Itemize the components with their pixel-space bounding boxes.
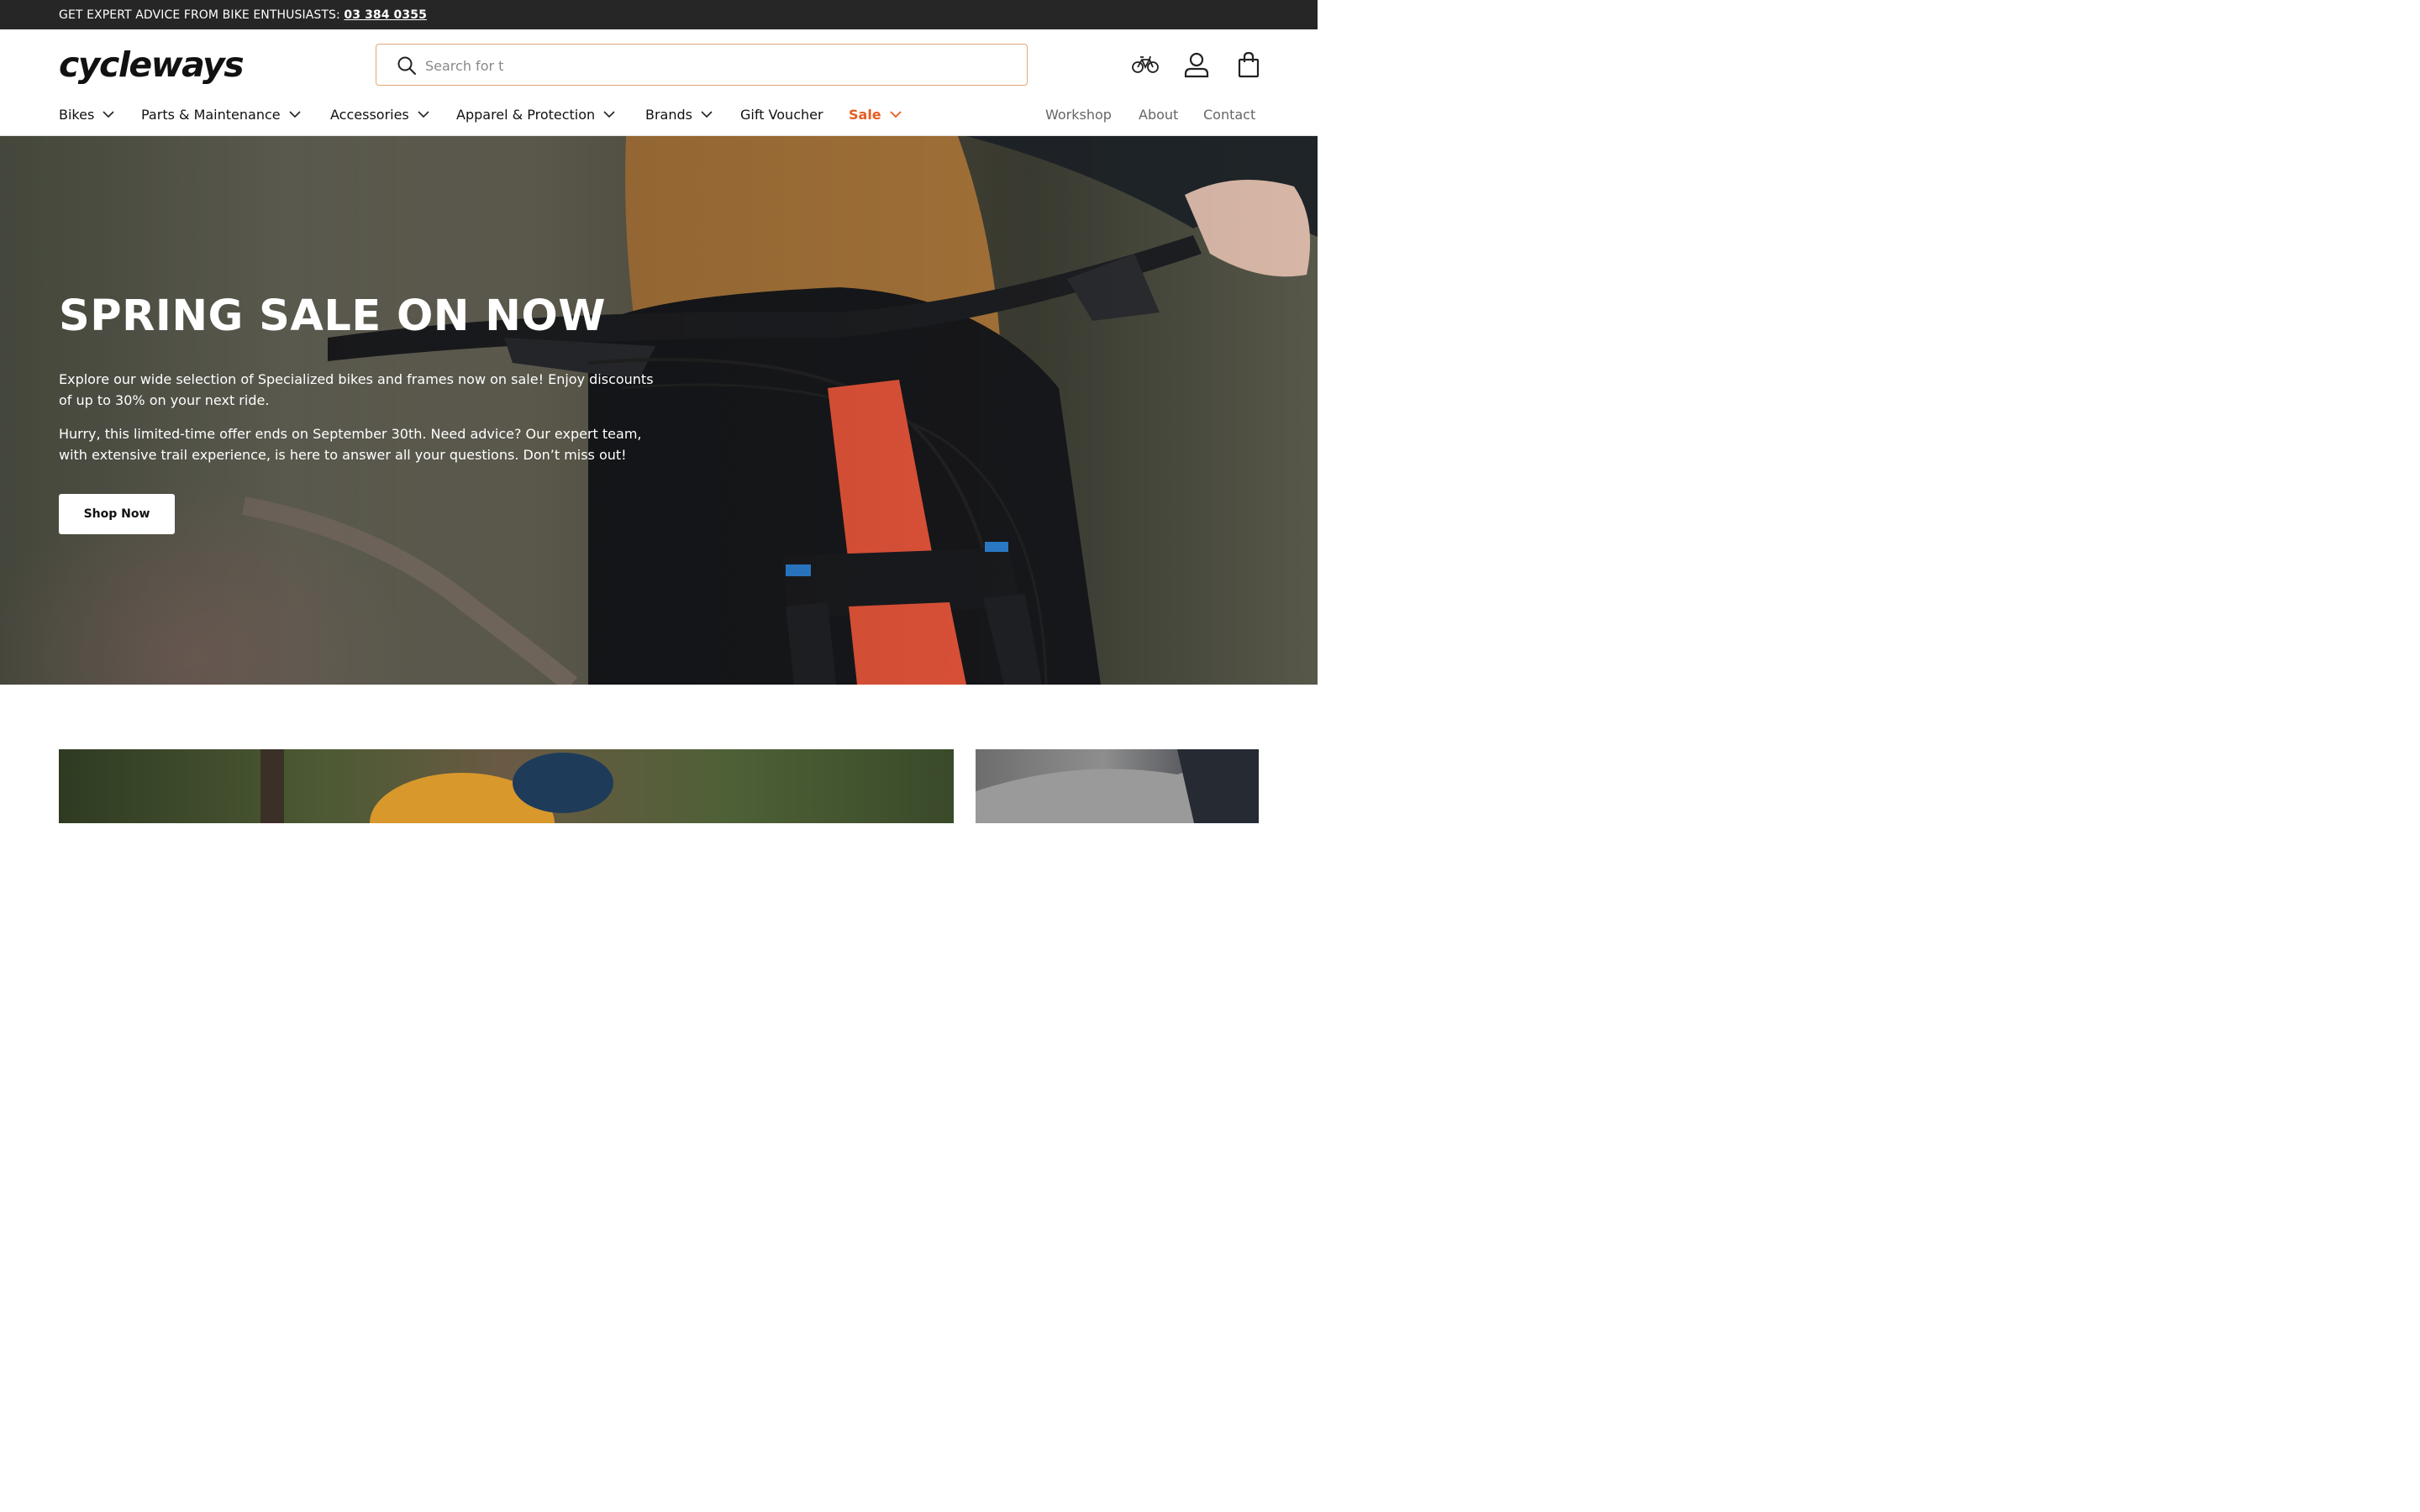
announcement-text: GET EXPERT ADVICE FROM BIKE ENTHUSIASTS: [59, 8, 340, 22]
bag-icon [1238, 51, 1260, 78]
cart-button[interactable] [1234, 50, 1264, 80]
search-input[interactable] [425, 53, 1005, 78]
hero-paragraph-2: Hurry, this limited-time offer ends on S… [59, 426, 642, 463]
chevron-down-icon [701, 111, 713, 118]
nav-link-about[interactable]: About [1139, 107, 1178, 123]
account-button[interactable] [1181, 50, 1212, 80]
nav-item-sale[interactable]: Sale [849, 107, 902, 123]
nav-item-label: Bikes [59, 107, 95, 123]
announcement-message: GET EXPERT ADVICE FROM BIKE ENTHUSIASTS:… [59, 8, 427, 22]
promo-tile-trail[interactable] [59, 749, 954, 823]
search-bar[interactable] [376, 44, 1028, 86]
nav-item-label: Accessories [330, 107, 409, 123]
account-icon [1184, 52, 1209, 78]
nav-link-workshop[interactable]: Workshop [1045, 107, 1112, 123]
promo-tile-image [976, 749, 1259, 823]
nav-item-label: Gift Voucher [740, 107, 823, 123]
chevron-down-icon [418, 111, 429, 118]
chevron-down-icon [289, 111, 301, 118]
nav-item-label: Parts & Maintenance [141, 107, 281, 123]
nav-item-label: Apparel & Protection [456, 107, 596, 123]
nav-link-contact[interactable]: Contact [1203, 107, 1255, 123]
nav-item-label: Brands [645, 107, 692, 123]
site-header: cycleways Bikes [0, 29, 1318, 136]
hero-paragraph-1: Explore our wide selection of Specialize… [59, 371, 654, 408]
promo-tile-image [260, 749, 613, 823]
nav-item-brands[interactable]: Brands [645, 107, 713, 123]
shop-now-button[interactable]: Shop Now [59, 494, 175, 534]
promo-tile-apparel[interactable] [976, 749, 1259, 823]
nav-item-bikes[interactable]: Bikes [59, 107, 114, 123]
nav-item-gift-voucher[interactable]: Gift Voucher [740, 107, 823, 123]
site-logo[interactable]: cycleways [59, 45, 245, 85]
nav-item-parts-maintenance[interactable]: Parts & Maintenance [141, 107, 301, 123]
nav-item-apparel-protection[interactable]: Apparel & Protection [456, 107, 615, 123]
chevron-down-icon [603, 111, 615, 118]
phone-link[interactable]: 03 384 0355 [344, 8, 427, 22]
search-icon[interactable] [397, 55, 417, 76]
hero-banner: SPRING SALE ON NOW Explore our wide sele… [0, 136, 1318, 685]
chevron-down-icon [890, 111, 902, 118]
chevron-down-icon [103, 111, 114, 118]
nav-item-label: Sale [849, 107, 881, 123]
hero-title: SPRING SALE ON NOW [59, 291, 607, 341]
bike-icon [1132, 55, 1159, 73]
announcement-bar: GET EXPERT ADVICE FROM BIKE ENTHUSIASTS:… [0, 0, 1318, 29]
nav-item-accessories[interactable]: Accessories [330, 107, 429, 123]
main-nav: Bikes Parts & Maintenance Accessories Ap… [0, 107, 1318, 129]
bike-finder-button[interactable] [1130, 50, 1160, 80]
